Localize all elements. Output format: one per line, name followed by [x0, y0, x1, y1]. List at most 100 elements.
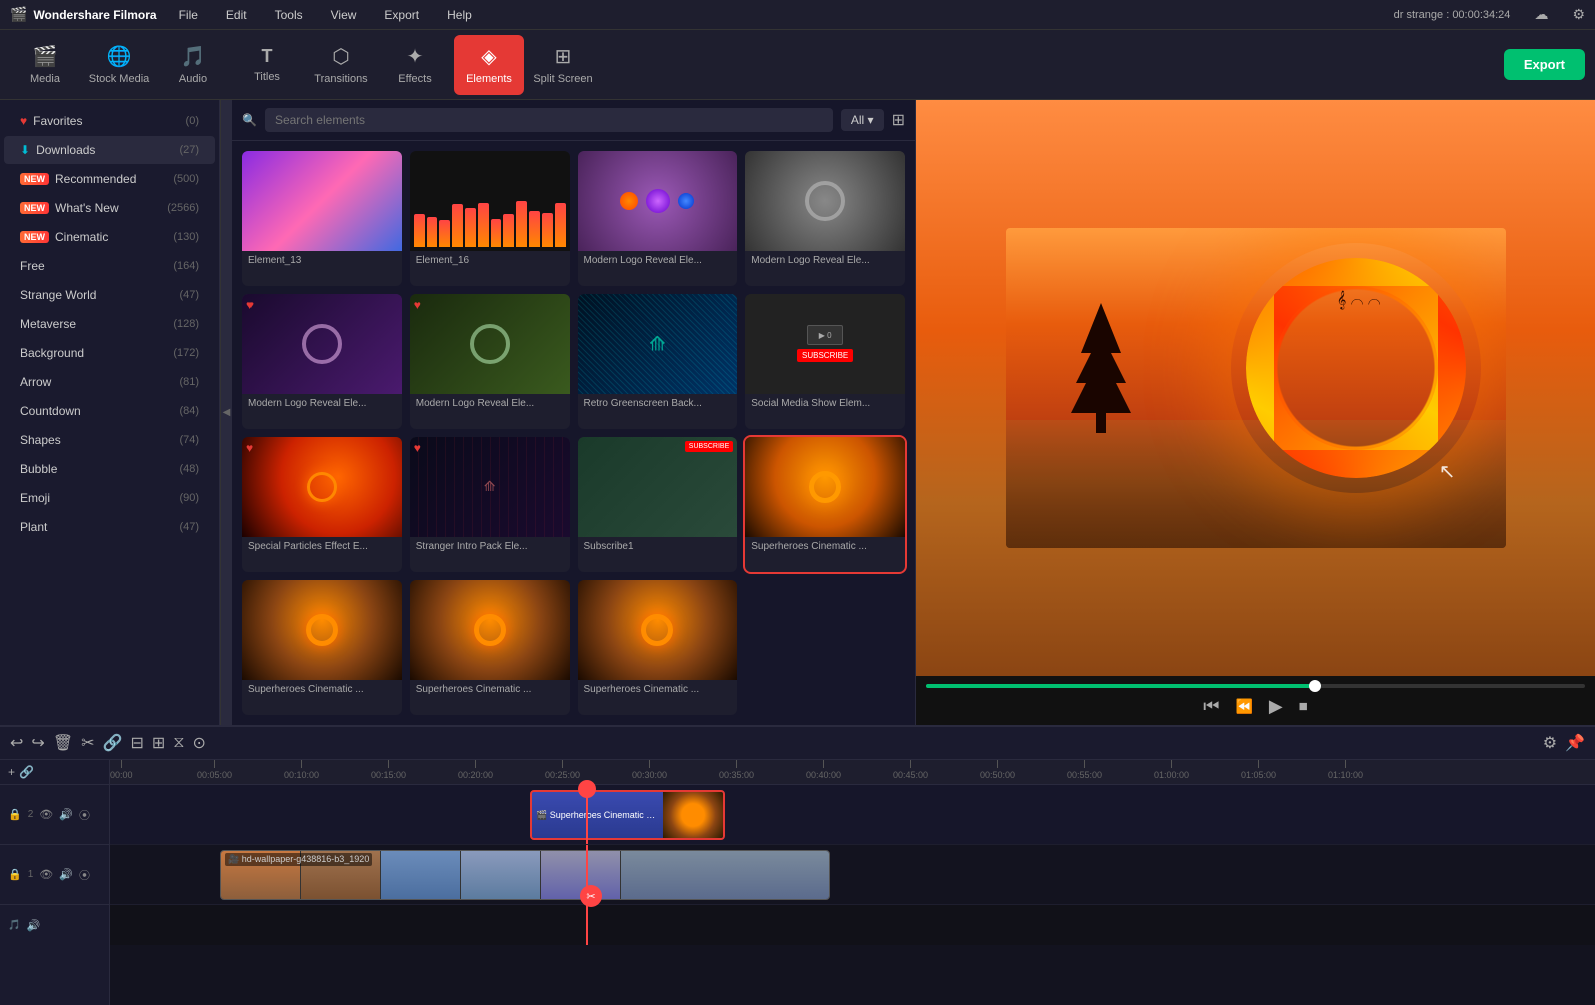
link-tracks-button[interactable]: 🔗	[19, 765, 34, 779]
audio-mute-icon-2[interactable]: 🔊	[59, 868, 73, 881]
add-track-button[interactable]: +	[8, 765, 15, 779]
element-card-particles-effect[interactable]: ♥ Special Particles Effect E...	[242, 437, 402, 572]
toolbar-audio[interactable]: 🎵 Audio	[158, 35, 228, 95]
sidebar-item-cinematic[interactable]: NEW Cinematic (130)	[4, 223, 215, 251]
export-button[interactable]: Export	[1504, 49, 1585, 80]
sidebar-item-free[interactable]: Free (164)	[4, 252, 215, 280]
toolbar-transitions[interactable]: ⬡ Transitions	[306, 35, 376, 95]
element-thumb: SUBSCRIBE	[578, 437, 738, 537]
menu-edit[interactable]: Edit	[220, 6, 253, 24]
eye-icon-2[interactable]: 👁	[39, 868, 53, 881]
sidebar-item-emoji[interactable]: Emoji (90)	[4, 484, 215, 512]
element-card-superhero-4[interactable]: Superheroes Cinematic ...	[578, 580, 738, 715]
sidebar-item-whats-new[interactable]: NEW What's New (2566)	[4, 194, 215, 222]
toolbar-media[interactable]: 🎬 Media	[10, 35, 80, 95]
rewind-button[interactable]: ⏮	[1203, 696, 1219, 717]
timeline-pin-button[interactable]: 📌	[1565, 733, 1585, 753]
timeline-body: + 🔗 🔒 2 👁 🔊 ⦿ 🔒 1 👁 🔊 ⦿ 🎵 🔊	[0, 760, 1595, 1005]
grid-view-icon[interactable]: ⊞	[892, 110, 905, 130]
filter-all-button[interactable]: All ▾	[841, 109, 884, 131]
undo-button[interactable]: ↩	[10, 733, 23, 753]
crop-button[interactable]: ⊙	[193, 733, 206, 753]
cut-button[interactable]: ✂	[81, 733, 94, 753]
sidebar: ♥ Favorites (0) ⬇ Downloads (27) NEW Rec…	[0, 100, 220, 725]
element-card-logo-reveal-2[interactable]: Modern Logo Reveal Ele...	[745, 151, 905, 286]
track-record-icon-2[interactable]: ⦿	[79, 867, 90, 883]
audio-mute-icon[interactable]: 🔊	[59, 808, 73, 821]
ruler-mark: 00:30:00	[632, 760, 667, 780]
toolbar-titles[interactable]: T Titles	[232, 35, 302, 95]
playhead	[586, 785, 588, 844]
track-label-main: 🔒 1 👁 🔊 ⦿	[0, 845, 109, 905]
split-button[interactable]: ⊞	[152, 733, 165, 753]
sidebar-item-metaverse[interactable]: Metaverse (128)	[4, 310, 215, 338]
elements-grid: Element_13 Element_16 Modern Logo Reveal…	[232, 141, 915, 725]
sidebar-item-favorites[interactable]: ♥ Favorites (0)	[4, 107, 215, 135]
menu-file[interactable]: File	[173, 6, 204, 24]
timeline-settings-button[interactable]: ⚙	[1543, 733, 1557, 753]
ruler-mark: 00:00	[110, 760, 133, 780]
menu-help[interactable]: Help	[441, 6, 478, 24]
element-card-logo-reveal-1[interactable]: Modern Logo Reveal Ele...	[578, 151, 738, 286]
lock-icon[interactable]: 🔒	[8, 808, 22, 821]
element-card-superhero-2[interactable]: Superheroes Cinematic ...	[242, 580, 402, 715]
element-card-superhero-selected[interactable]: Superheroes Cinematic ...	[745, 437, 905, 572]
menu-export[interactable]: Export	[378, 6, 425, 24]
sidebar-item-shapes[interactable]: Shapes (74)	[4, 426, 215, 454]
progress-bar[interactable]	[926, 684, 1585, 688]
speed-button[interactable]: ⧖	[173, 734, 184, 752]
sidebar-item-strange-world[interactable]: Strange World (47)	[4, 281, 215, 309]
adjust-button[interactable]: ⊟	[130, 733, 143, 753]
element-card-logo-reveal-3[interactable]: ♥ ♥ Modern Logo Reveal Ele...	[242, 294, 402, 429]
toolbar-effects[interactable]: ✦ Effects	[380, 35, 450, 95]
cloud-icon[interactable]: ☁	[1534, 6, 1548, 23]
settings-icon[interactable]: ⚙	[1572, 6, 1585, 23]
sidebar-item-countdown[interactable]: Countdown (84)	[4, 397, 215, 425]
cinematic-badge: NEW	[20, 231, 49, 243]
track-record-icon[interactable]: ⦿	[79, 807, 90, 823]
element-card-elem-13[interactable]: Element_13	[242, 151, 402, 286]
toolbar-elements[interactable]: ◈ Elements	[454, 35, 524, 95]
sidebar-whatsnew-label: What's New	[55, 201, 119, 215]
element-caption: Superheroes Cinematic ...	[745, 537, 905, 556]
stop-button[interactable]: ⏹	[1299, 696, 1308, 717]
redo-button[interactable]: ↪	[31, 733, 44, 753]
search-icon: 🔍	[242, 113, 257, 127]
toolbar-stock-media[interactable]: 🌐 Stock Media	[84, 35, 154, 95]
audio-track-mute[interactable]: 🔊	[26, 919, 40, 932]
overlay-clip[interactable]: 🎬 Superheroes Cinematic Pack Eleme...	[530, 790, 725, 840]
menu-view[interactable]: View	[325, 6, 363, 24]
element-card-logo-reveal-4[interactable]: ♥ Modern Logo Reveal Ele...	[410, 294, 570, 429]
eye-icon[interactable]: 👁	[39, 808, 53, 821]
play-button[interactable]: ▶	[1269, 696, 1283, 717]
sidebar-item-recommended[interactable]: NEW Recommended (500)	[4, 165, 215, 193]
element-card-elem-16[interactable]: Element_16	[410, 151, 570, 286]
sidebar-item-plant[interactable]: Plant (47)	[4, 513, 215, 541]
element-card-superhero-3[interactable]: Superheroes Cinematic ...	[410, 580, 570, 715]
sidebar-item-downloads[interactable]: ⬇ Downloads (27)	[4, 136, 215, 164]
link-button[interactable]: 🔗	[103, 733, 123, 753]
element-card-retro-greenscreen[interactable]: ⟰ Retro Greenscreen Back...	[578, 294, 738, 429]
element-card-stranger-intro[interactable]: ⟰ ♥ Stranger Intro Pack Ele...	[410, 437, 570, 572]
recommended-badge: NEW	[20, 173, 49, 185]
element-card-subscribe1[interactable]: SUBSCRIBE Subscribe1	[578, 437, 738, 572]
search-input[interactable]	[265, 108, 833, 132]
element-caption: Superheroes Cinematic ...	[410, 680, 570, 699]
progress-bar-wrap	[916, 676, 1595, 688]
sidebar-whatsnew-count: (2566)	[167, 202, 199, 214]
menu-tools[interactable]: Tools	[269, 6, 309, 24]
toolbar-split-screen[interactable]: ⊞ Split Screen	[528, 35, 598, 95]
clip-frame-4	[461, 851, 541, 900]
delete-button[interactable]: 🗑	[53, 733, 73, 753]
lock-icon-2[interactable]: 🔒	[8, 868, 22, 881]
element-card-social-media[interactable]: ▶ 0SUBSCRIBE Social Media Show Elem...	[745, 294, 905, 429]
sidebar-collapse-button[interactable]: ◀	[220, 100, 232, 725]
main-video-clip[interactable]: 🎥 hd-wallpaper-g438816-b3_1920	[220, 850, 830, 900]
step-back-button[interactable]: ⏪	[1235, 698, 1252, 715]
chevron-left-icon: ◀	[223, 407, 231, 418]
element-thumb: ⟰	[578, 294, 738, 394]
sidebar-item-bubble[interactable]: Bubble (48)	[4, 455, 215, 483]
timeline-tracks-area: 00:0000:05:0000:10:0000:15:0000:20:0000:…	[110, 760, 1595, 1005]
sidebar-item-background[interactable]: Background (172)	[4, 339, 215, 367]
sidebar-item-arrow[interactable]: Arrow (81)	[4, 368, 215, 396]
